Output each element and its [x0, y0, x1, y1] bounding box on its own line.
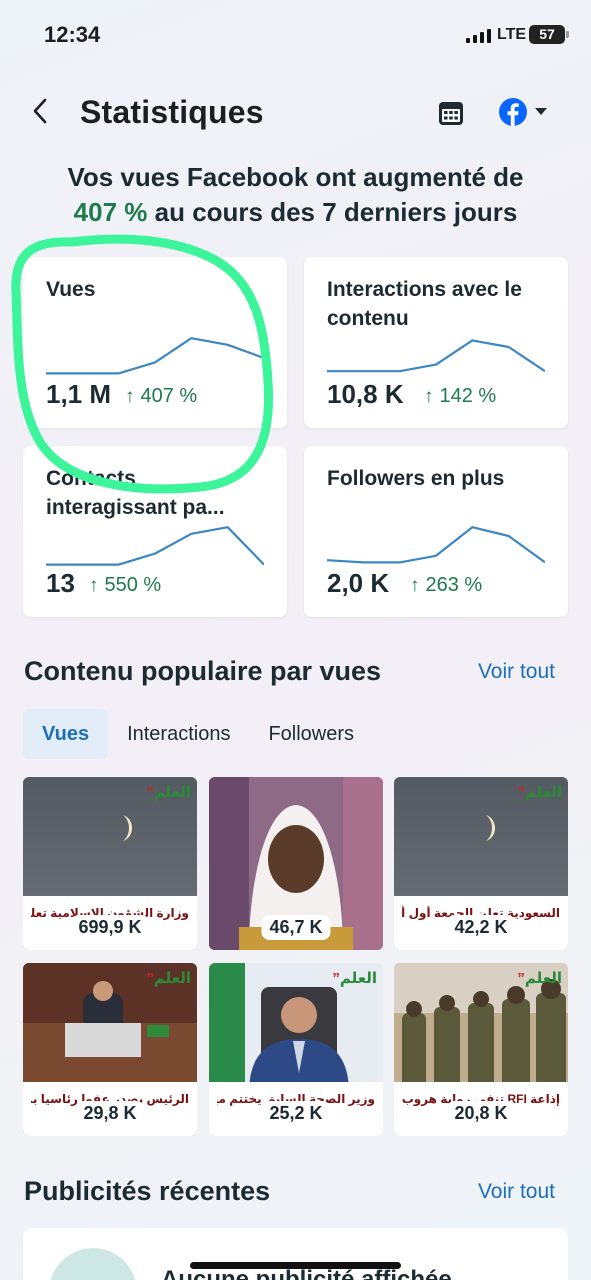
logo: ”العلم: [146, 970, 191, 987]
page-title: Statistiques: [80, 94, 264, 130]
tab-vues[interactable]: Vues: [23, 709, 109, 759]
sparkline: [327, 526, 545, 564]
popular-tabs: Vues Interactions Followers: [23, 709, 373, 761]
stat-label: Contacts interagissant pa...: [46, 467, 225, 519]
chevron-left-icon[interactable]: [30, 96, 60, 128]
stat-label: Interactions avec le contenu: [327, 278, 522, 330]
crescent-moon-icon: [486, 815, 495, 841]
view-count: 42,2 K: [446, 915, 516, 940]
arrow-up-icon: ↑: [89, 575, 99, 596]
view-count: 25,2 K: [261, 1101, 331, 1126]
popular-post-3[interactable]: ”العلم السعودية تعلن الجمعة أول أيام 42,…: [394, 777, 568, 950]
facebook-icon: [499, 98, 527, 126]
headline-percent: 407 %: [73, 197, 148, 227]
popular-post-4[interactable]: ”العلم الرئيس يصدر عفوا رئاسيا بمناسبة ع…: [23, 963, 197, 1136]
view-count: 699,9 K: [70, 915, 150, 940]
stat-value: 13: [46, 568, 75, 598]
stat-card-vues[interactable]: Vues 1,1 M ↑ 407 %: [23, 257, 287, 428]
stat-card-followers[interactable]: Followers en plus 2,0 K ↑ 263 %: [304, 446, 568, 617]
stat-delta: ↑ 142 %: [424, 385, 497, 407]
status-bar: 12:34 LTE 57: [0, 0, 591, 70]
ad-illustration-icon: [49, 1248, 137, 1280]
view-count: 46,7 K: [261, 915, 331, 940]
popular-section-title: Contenu populaire par vues: [24, 656, 382, 686]
sparkline: [46, 526, 264, 566]
stat-value: 2,0 K: [327, 568, 390, 598]
signal-icon: [466, 27, 491, 43]
see-all-popular-link[interactable]: Voir tout: [478, 660, 555, 684]
popular-post-2[interactable]: 46,7 K: [209, 777, 383, 950]
stat-delta: ↑ 550 %: [89, 574, 162, 596]
view-count: 29,8 K: [75, 1101, 145, 1126]
popular-post-5[interactable]: ”العلم وزير الصحة السابق يختتم مهامه برس…: [209, 963, 383, 1136]
arrow-up-icon: ↑: [424, 386, 434, 407]
sparkline-path: [327, 339, 545, 373]
stat-label: Vues: [46, 278, 96, 301]
view-count: 20,8 K: [446, 1101, 516, 1126]
logo: ”العلم: [146, 784, 191, 801]
sparkline: [46, 337, 264, 375]
headline-suffix: au cours des 7 derniers jours: [154, 197, 518, 227]
account-switcher[interactable]: [498, 96, 554, 128]
logo: ”العلم: [332, 970, 377, 987]
logo: ”العلم: [517, 784, 562, 801]
home-indicator: [190, 1262, 401, 1269]
caret-down-icon: [535, 108, 547, 115]
app-header: Statistiques: [0, 86, 591, 142]
headline-line-1: Vos vues Facebook ont augmenté de: [67, 162, 524, 192]
popular-post-6[interactable]: ”العلم إذاعة RFI تنفي رواية هروب 20,8 K: [394, 963, 568, 1136]
battery-icon: 57: [529, 25, 569, 44]
crescent-moon-icon: [123, 815, 132, 841]
summary-headline: Vos vues Facebook ont augmenté de 407 % …: [20, 160, 571, 230]
tab-followers[interactable]: Followers: [249, 709, 373, 759]
arrow-up-icon: ↑: [410, 575, 420, 596]
stat-label: Followers en plus: [327, 467, 505, 490]
stat-value: 1,1 M: [46, 379, 112, 409]
network-label: LTE: [497, 26, 527, 43]
stat-card-interactions[interactable]: Interactions avec le contenu 10,8 K ↑ 142…: [304, 257, 568, 428]
sparkline-path: [327, 526, 545, 564]
sparkline: [327, 339, 545, 373]
arrow-up-icon: ↑: [125, 386, 135, 407]
status-time: 12:34: [44, 22, 101, 47]
stat-delta: ↑ 407 %: [125, 385, 198, 407]
sparkline-path: [46, 526, 264, 566]
logo: ”العلم: [517, 970, 562, 987]
tab-interactions[interactable]: Interactions: [108, 709, 249, 759]
popular-post-1[interactable]: ”العلم وزارة الشؤون الإسلامية تعلن تحري …: [23, 777, 197, 950]
recent-ad-card[interactable]: Aucune publicité affichée: [23, 1228, 568, 1280]
ads-section-title: Publicités récentes: [24, 1176, 271, 1206]
stat-card-contacts[interactable]: Contacts interagissant pa... 13 ↑ 550 %: [23, 446, 287, 617]
sparkline-path: [46, 337, 264, 375]
calendar-icon[interactable]: [436, 98, 466, 128]
stat-value: 10,8 K: [327, 379, 404, 409]
stat-delta: ↑ 263 %: [410, 574, 483, 596]
see-all-ads-link[interactable]: Voir tout: [478, 1180, 555, 1204]
